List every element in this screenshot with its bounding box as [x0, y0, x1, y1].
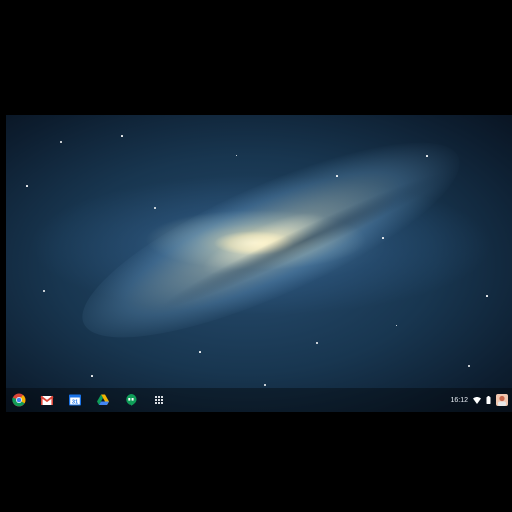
- calendar-icon[interactable]: 31: [67, 392, 83, 408]
- star: [486, 295, 488, 297]
- status-tray[interactable]: 16:12: [450, 392, 508, 408]
- star: [426, 155, 428, 157]
- star: [396, 325, 397, 326]
- star: [264, 384, 266, 386]
- star: [199, 351, 201, 353]
- clock[interactable]: 16:12: [450, 397, 468, 404]
- desktop: 31 16:12: [6, 115, 512, 412]
- star: [43, 290, 45, 292]
- battery-icon[interactable]: [486, 396, 491, 404]
- gmail-icon[interactable]: [39, 392, 55, 408]
- star: [154, 207, 156, 209]
- app-launcher-icon[interactable]: [151, 392, 167, 408]
- star: [26, 185, 28, 187]
- star: [468, 365, 470, 367]
- shelf: 31 16:12: [6, 388, 512, 412]
- wifi-icon[interactable]: [473, 396, 481, 404]
- chrome-icon[interactable]: [11, 392, 27, 408]
- star: [60, 141, 62, 143]
- star: [336, 175, 338, 177]
- star: [382, 237, 384, 239]
- drive-icon[interactable]: [95, 392, 111, 408]
- star: [316, 342, 318, 344]
- svg-text:31: 31: [72, 400, 78, 406]
- star: [91, 375, 93, 377]
- star: [121, 135, 123, 137]
- hangouts-icon[interactable]: [123, 392, 139, 408]
- user-avatar[interactable]: [496, 394, 508, 406]
- star: [236, 155, 237, 156]
